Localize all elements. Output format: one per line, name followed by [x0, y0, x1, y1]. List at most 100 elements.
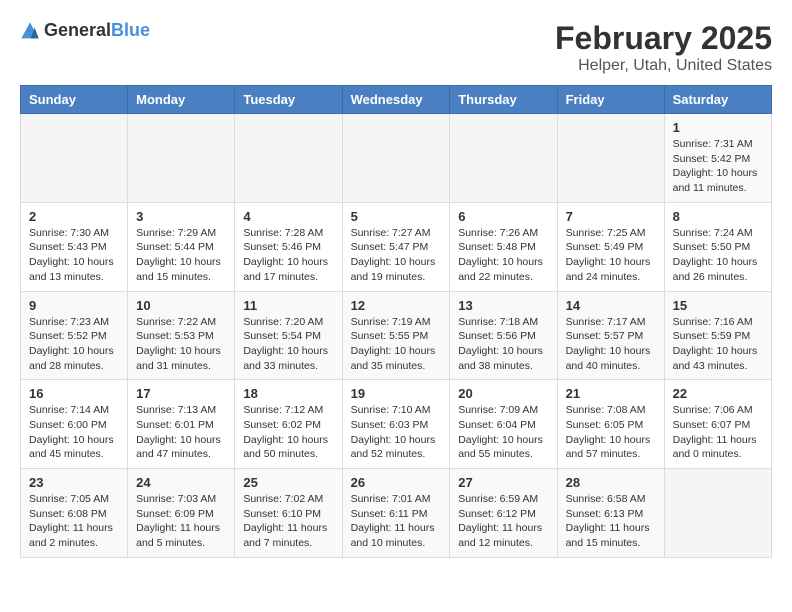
main-title: February 2025: [555, 20, 772, 57]
day-cell: 1 Sunrise: 7:31 AM Sunset: 5:42 PM Daylig…: [664, 114, 771, 203]
day-number: 20: [458, 386, 548, 401]
day-info: Sunrise: 7:16 AM Sunset: 5:59 PM Dayligh…: [673, 315, 763, 374]
day-cell: 18Sunrise: 7:12 AM Sunset: 6:02 PM Dayli…: [235, 380, 342, 469]
header-day-saturday: Saturday: [664, 86, 771, 114]
day-cell: 11 Sunrise: 7:20 AM Sunset: 5:54 PM Dayli…: [235, 291, 342, 380]
day-number: 15: [673, 298, 763, 313]
title-area: February 2025 Helper, Utah, United State…: [555, 20, 772, 75]
day-info: Sunrise: 7:13 AM Sunset: 6:01 PM Dayligh…: [136, 403, 226, 462]
day-info: Sunrise: 7:20 AM Sunset: 5:54 PM Dayligh…: [243, 315, 333, 374]
day-cell: 17 Sunrise: 7:13 AM Sunset: 6:01 PM Dayli…: [128, 380, 235, 469]
day-info: Sunrise: 7:10 AM Sunset: 6:03 PM Dayligh…: [351, 403, 442, 462]
day-cell: 23 Sunrise: 7:05 AM Sunset: 6:08 PM Dayli…: [21, 469, 128, 558]
day-cell: 19 Sunrise: 7:10 AM Sunset: 6:03 PM Dayli…: [342, 380, 450, 469]
day-number: 11: [243, 298, 333, 313]
day-info: Sunrise: 7:27 AM Sunset: 5:47 PM Dayligh…: [351, 226, 442, 285]
day-cell: 5 Sunrise: 7:27 AM Sunset: 5:47 PM Daylig…: [342, 202, 450, 291]
calendar-body: 1 Sunrise: 7:31 AM Sunset: 5:42 PM Daylig…: [21, 114, 772, 558]
header-row: SundayMondayTuesdayWednesdayThursdayFrid…: [21, 86, 772, 114]
day-cell: 8Sunrise: 7:24 AM Sunset: 5:50 PM Daylig…: [664, 202, 771, 291]
week-row-5: 23 Sunrise: 7:05 AM Sunset: 6:08 PM Dayli…: [21, 469, 772, 558]
day-number: 23: [29, 475, 119, 490]
day-cell: 13 Sunrise: 7:18 AM Sunset: 5:56 PM Dayli…: [450, 291, 557, 380]
day-info: Sunrise: 7:19 AM Sunset: 5:55 PM Dayligh…: [351, 315, 442, 374]
calendar: SundayMondayTuesdayWednesdayThursdayFrid…: [20, 85, 772, 558]
logo: GeneralBlue: [20, 20, 150, 41]
day-cell: [342, 114, 450, 203]
day-cell: 7 Sunrise: 7:25 AM Sunset: 5:49 PM Daylig…: [557, 202, 664, 291]
day-cell: [128, 114, 235, 203]
day-cell: 25 Sunrise: 7:02 AM Sunset: 6:10 PM Dayli…: [235, 469, 342, 558]
day-cell: 26 Sunrise: 7:01 AM Sunset: 6:11 PM Dayli…: [342, 469, 450, 558]
day-number: 16: [29, 386, 119, 401]
day-info: Sunrise: 6:59 AM Sunset: 6:12 PM Dayligh…: [458, 492, 548, 551]
day-cell: 3Sunrise: 7:29 AM Sunset: 5:44 PM Daylig…: [128, 202, 235, 291]
header-day-wednesday: Wednesday: [342, 86, 450, 114]
day-number: 4: [243, 209, 333, 224]
day-info: Sunrise: 7:02 AM Sunset: 6:10 PM Dayligh…: [243, 492, 333, 551]
day-cell: 4 Sunrise: 7:28 AM Sunset: 5:46 PM Daylig…: [235, 202, 342, 291]
day-cell: 22Sunrise: 7:06 AM Sunset: 6:07 PM Dayli…: [664, 380, 771, 469]
day-number: 10: [136, 298, 226, 313]
day-number: 5: [351, 209, 442, 224]
day-number: 22: [673, 386, 763, 401]
day-number: 21: [566, 386, 656, 401]
day-cell: 28Sunrise: 6:58 AM Sunset: 6:13 PM Dayli…: [557, 469, 664, 558]
week-row-1: 1 Sunrise: 7:31 AM Sunset: 5:42 PM Daylig…: [21, 114, 772, 203]
day-cell: 15 Sunrise: 7:16 AM Sunset: 5:59 PM Dayli…: [664, 291, 771, 380]
day-info: Sunrise: 7:31 AM Sunset: 5:42 PM Dayligh…: [673, 137, 763, 196]
day-cell: [21, 114, 128, 203]
header-day-sunday: Sunday: [21, 86, 128, 114]
day-number: 19: [351, 386, 442, 401]
day-number: 2: [29, 209, 119, 224]
header-day-friday: Friday: [557, 86, 664, 114]
day-cell: 14Sunrise: 7:17 AM Sunset: 5:57 PM Dayli…: [557, 291, 664, 380]
calendar-header: SundayMondayTuesdayWednesdayThursdayFrid…: [21, 86, 772, 114]
day-info: Sunrise: 7:01 AM Sunset: 6:11 PM Dayligh…: [351, 492, 442, 551]
logo-text: GeneralBlue: [44, 20, 150, 41]
logo-icon: [20, 21, 40, 41]
day-info: Sunrise: 7:23 AM Sunset: 5:52 PM Dayligh…: [29, 315, 119, 374]
day-cell: 12 Sunrise: 7:19 AM Sunset: 5:55 PM Dayli…: [342, 291, 450, 380]
day-number: 24: [136, 475, 226, 490]
day-info: Sunrise: 7:18 AM Sunset: 5:56 PM Dayligh…: [458, 315, 548, 374]
day-info: Sunrise: 7:30 AM Sunset: 5:43 PM Dayligh…: [29, 226, 119, 285]
day-number: 1: [673, 120, 763, 135]
day-cell: 21 Sunrise: 7:08 AM Sunset: 6:05 PM Dayli…: [557, 380, 664, 469]
day-cell: 10Sunrise: 7:22 AM Sunset: 5:53 PM Dayli…: [128, 291, 235, 380]
day-number: 9: [29, 298, 119, 313]
day-number: 3: [136, 209, 226, 224]
header-day-monday: Monday: [128, 86, 235, 114]
day-number: 12: [351, 298, 442, 313]
day-cell: 16 Sunrise: 7:14 AM Sunset: 6:00 PM Dayli…: [21, 380, 128, 469]
day-cell: 6 Sunrise: 7:26 AM Sunset: 5:48 PM Daylig…: [450, 202, 557, 291]
day-info: Sunrise: 7:09 AM Sunset: 6:04 PM Dayligh…: [458, 403, 548, 462]
day-cell: 9 Sunrise: 7:23 AM Sunset: 5:52 PM Daylig…: [21, 291, 128, 380]
day-number: 13: [458, 298, 548, 313]
header-day-tuesday: Tuesday: [235, 86, 342, 114]
week-row-2: 2 Sunrise: 7:30 AM Sunset: 5:43 PM Daylig…: [21, 202, 772, 291]
header-day-thursday: Thursday: [450, 86, 557, 114]
day-number: 28: [566, 475, 656, 490]
day-info: Sunrise: 7:25 AM Sunset: 5:49 PM Dayligh…: [566, 226, 656, 285]
day-number: 17: [136, 386, 226, 401]
day-cell: [557, 114, 664, 203]
day-number: 25: [243, 475, 333, 490]
day-info: Sunrise: 7:03 AM Sunset: 6:09 PM Dayligh…: [136, 492, 226, 551]
day-cell: 20 Sunrise: 7:09 AM Sunset: 6:04 PM Dayli…: [450, 380, 557, 469]
day-info: Sunrise: 7:26 AM Sunset: 5:48 PM Dayligh…: [458, 226, 548, 285]
week-row-4: 16 Sunrise: 7:14 AM Sunset: 6:00 PM Dayli…: [21, 380, 772, 469]
day-info: Sunrise: 7:05 AM Sunset: 6:08 PM Dayligh…: [29, 492, 119, 551]
day-number: 26: [351, 475, 442, 490]
day-number: 6: [458, 209, 548, 224]
day-number: 7: [566, 209, 656, 224]
day-cell: [450, 114, 557, 203]
day-info: Sunrise: 7:14 AM Sunset: 6:00 PM Dayligh…: [29, 403, 119, 462]
day-cell: 24 Sunrise: 7:03 AM Sunset: 6:09 PM Dayli…: [128, 469, 235, 558]
day-info: Sunrise: 7:28 AM Sunset: 5:46 PM Dayligh…: [243, 226, 333, 285]
day-info: Sunrise: 7:08 AM Sunset: 6:05 PM Dayligh…: [566, 403, 656, 462]
day-cell: 27Sunrise: 6:59 AM Sunset: 6:12 PM Dayli…: [450, 469, 557, 558]
day-cell: 2 Sunrise: 7:30 AM Sunset: 5:43 PM Daylig…: [21, 202, 128, 291]
logo-blue: Blue: [111, 20, 150, 40]
header: GeneralBlue February 2025 Helper, Utah, …: [20, 20, 772, 75]
